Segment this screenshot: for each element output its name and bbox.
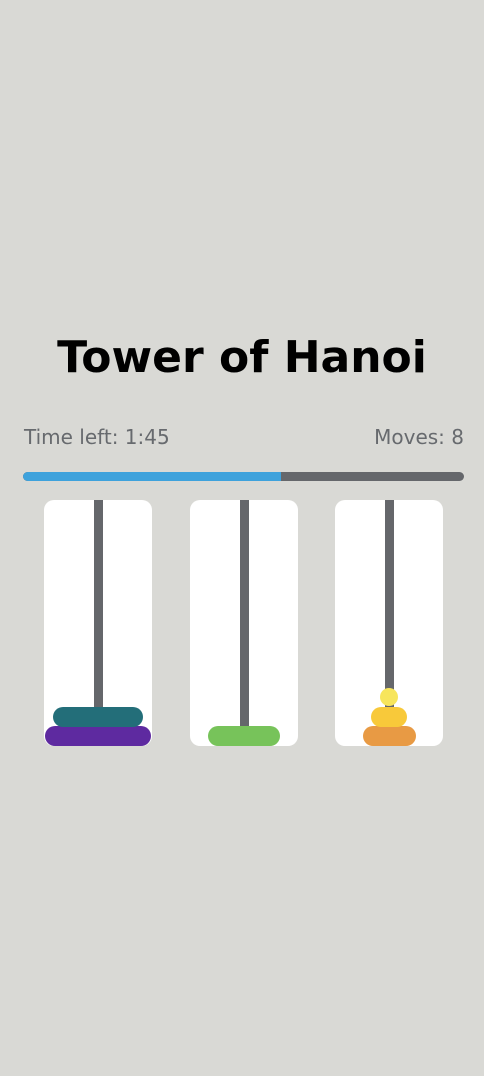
rod-middle[interactable]: [190, 500, 298, 746]
page-title: Tower of Hanoi: [57, 332, 427, 383]
rod-left[interactable]: [44, 500, 152, 746]
pole: [94, 500, 103, 740]
disk[interactable]: [53, 707, 143, 727]
disk[interactable]: [380, 688, 398, 706]
pole: [240, 500, 249, 740]
disk[interactable]: [208, 726, 280, 746]
disk[interactable]: [362, 726, 416, 746]
stats-bar: Time left: 1:45 Moves: 8: [24, 424, 464, 450]
disk[interactable]: [45, 726, 151, 746]
time-left-label: Time left: 1:45: [24, 425, 170, 449]
time-progress-fill: [23, 472, 281, 481]
time-progress-bar: [23, 472, 464, 481]
rod-right[interactable]: [335, 500, 443, 746]
moves-counter: Moves: 8: [374, 425, 464, 449]
disk[interactable]: [371, 707, 407, 727]
rods-area: [44, 500, 444, 746]
